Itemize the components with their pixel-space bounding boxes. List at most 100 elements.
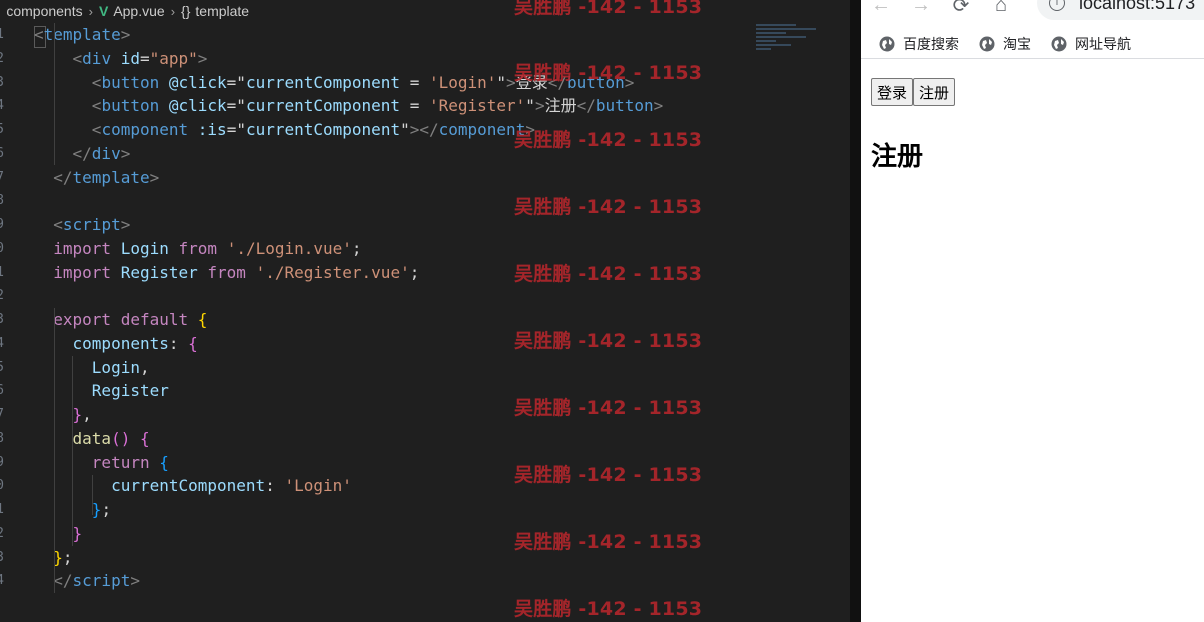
code-token: { [188, 333, 198, 353]
code-token: ; [409, 262, 420, 282]
code-token: : [168, 333, 189, 353]
code-line[interactable]: 2 [0, 284, 850, 308]
code-token: { [197, 310, 208, 329]
code-line[interactable]: 9 <script> [0, 213, 850, 237]
reload-icon[interactable]: ⟳ [941, 0, 981, 18]
bookmark-item[interactable]: 淘宝 [979, 34, 1031, 54]
code-line[interactable]: 6 </div> [0, 142, 850, 166]
code-token: 'Login' [428, 72, 497, 92]
chevron-right-icon: › [88, 3, 93, 19]
code-token: " [400, 120, 410, 139]
watermark-text: 吴胜鹏 -142 - 1153 [514, 598, 703, 620]
breadcrumb-folder[interactable]: components [6, 3, 82, 19]
code-text: export default { [34, 308, 207, 332]
code-token: =" [226, 96, 246, 116]
breadcrumb-symbol[interactable]: template [195, 3, 249, 19]
code-line[interactable]: 0 import Login from './Login.vue'; [0, 237, 850, 261]
code-line[interactable]: 8 data() { [0, 427, 850, 451]
code-token: = [400, 96, 429, 116]
line-number: 3 [0, 74, 4, 90]
code-text: </div> [34, 142, 131, 166]
code-line[interactable]: 3 export default { [0, 308, 850, 332]
breadcrumb-file[interactable]: App.vue [113, 3, 164, 19]
code-token: template [72, 167, 150, 187]
watermark-text: 吴胜鹏 -142 - 1153 [514, 464, 703, 486]
code-token: = [400, 72, 429, 92]
code-line[interactable]: 6 Register [0, 379, 850, 403]
line-number: 4 [0, 98, 4, 114]
code-line[interactable]: 3 <button @click="currentComponent = 'Lo… [0, 71, 850, 95]
code-token: currentComponent [245, 72, 401, 92]
watermark-text: 吴胜鹏 -142 - 1153 [514, 397, 703, 419]
login-button[interactable]: 登录 [871, 78, 914, 106]
code-line[interactable]: 4 </script> [0, 569, 850, 593]
code-line[interactable]: 7 </template> [0, 166, 850, 190]
code-token: from [178, 238, 218, 258]
code-token: "app" [149, 48, 198, 68]
code-token: :is [197, 120, 227, 139]
code-line[interactable]: 0 currentComponent: 'Login' [0, 474, 850, 498]
line-number: 9 [0, 217, 4, 232]
line-number: 5 [0, 122, 4, 137]
code-line[interactable]: 5 <component :is="currentComponent"></co… [0, 118, 850, 142]
bookmark-item[interactable]: 网址导航 [1051, 34, 1131, 54]
code-line[interactable]: 8 [0, 189, 850, 213]
code-token: < [53, 215, 63, 234]
line-number: 1 [0, 27, 4, 42]
code-line[interactable]: 9 return { [0, 451, 850, 475]
code-editor[interactable]: › components › V App.vue › {} template 1… [0, 0, 850, 622]
code-line[interactable]: 2 } [0, 522, 850, 546]
address-bar[interactable]: i localhost:5173 [1037, 0, 1204, 20]
home-icon[interactable]: ⌂ [981, 0, 1021, 17]
line-number: 7 [0, 169, 4, 185]
code-token: =" [226, 120, 246, 139]
code-token: @click [168, 96, 227, 116]
code-line[interactable]: 5 Login, [0, 356, 850, 380]
line-number: 1 [0, 502, 4, 517]
bookmark-item[interactable]: 百度搜索 [879, 34, 959, 54]
split-divider[interactable] [850, 0, 861, 622]
code-token: Register [91, 381, 169, 401]
code-line[interactable]: 4 components: { [0, 332, 850, 356]
code-token: ; [62, 547, 73, 567]
code-line[interactable]: 7 }, [0, 403, 850, 427]
line-number: 0 [0, 240, 4, 256]
code-token: button [101, 72, 160, 92]
code-token: 'Register' [428, 96, 526, 116]
code-token: div [91, 143, 121, 163]
code-text: import Register from './Register.vue'; [34, 261, 419, 285]
code-line[interactable]: 1 }; [0, 498, 850, 522]
code-line[interactable]: 4 <button @click="currentComponent = 'Re… [0, 94, 850, 118]
code-line[interactable]: 3 }; [0, 546, 850, 570]
code-line[interactable]: 2 <div id="app"> [0, 47, 850, 71]
code-token: > [534, 96, 545, 116]
globe-icon [879, 36, 895, 51]
bookmark-label: 百度搜索 [903, 36, 959, 53]
indent-guide [92, 475, 93, 515]
code-token: component [101, 120, 189, 139]
code-token: () [111, 428, 131, 448]
register-button[interactable]: 注册 [913, 78, 956, 106]
info-icon[interactable]: i [1049, 0, 1065, 11]
vue-icon: V [98, 3, 109, 19]
code-token: import [53, 238, 112, 258]
code-line[interactable]: 1 <template> [0, 23, 850, 47]
code-token: script [72, 571, 131, 591]
bookmarks-bar: 百度搜索 淘宝 网址导航 [861, 29, 1204, 59]
code-token: < [91, 96, 102, 116]
watermark-text: 吴胜鹏 -142 - 1153 [514, 263, 703, 285]
code-line[interactable]: 1 import Register from './Register.vue'; [0, 261, 850, 285]
watermark-text: 吴胜鹏 -142 - 1153 [514, 330, 703, 352]
watermark-text: 吴胜鹏 -142 - 1153 [514, 196, 703, 218]
forward-icon[interactable]: → [901, 0, 941, 17]
url-text[interactable]: localhost:5173 [1079, 0, 1195, 14]
back-icon[interactable]: ← [861, 0, 901, 17]
code-area[interactable]: 1 <template> 2 <div id="app"> 3 <button @cl… [0, 23, 850, 593]
